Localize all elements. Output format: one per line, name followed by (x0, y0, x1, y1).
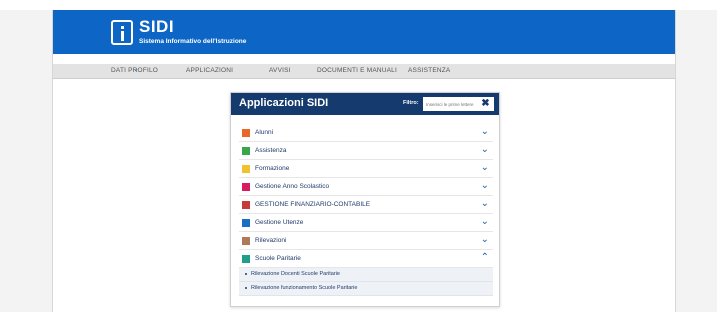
nav-applicazioni[interactable]: APPLICAZIONI (186, 67, 233, 74)
chevron-down-icon[interactable]: ⌄ (133, 65, 139, 73)
color-swatch (242, 201, 250, 209)
applications-panel: Applicazioni SIDI Filtro: ✖ Alunni ⌄ Ass… (230, 92, 500, 307)
app-label: GESTIONE FINANZIARIO-CONTABILE (255, 201, 371, 208)
color-swatch (242, 183, 250, 191)
brand-subtitle: Sistema Informativo dell'Istruzione (139, 38, 247, 45)
color-swatch (242, 129, 250, 137)
panel-title: Applicazioni SIDI (239, 97, 329, 109)
panel-header: Applicazioni SIDI Filtro: ✖ (231, 93, 499, 115)
app-label: Alunni (255, 129, 274, 136)
chevron-up-icon[interactable]: ⌃ (481, 252, 489, 263)
sub-app-rilevazione-docenti[interactable]: Rilevazione Docenti Scuole Paritarie (239, 268, 493, 282)
bullet-icon (245, 287, 247, 289)
color-swatch (242, 255, 250, 263)
chevron-down-icon[interactable]: ⌄ (481, 162, 489, 173)
info-icon[interactable] (111, 20, 133, 45)
app-label: Gestione Utenze (255, 219, 304, 226)
chevron-down-icon[interactable]: ⌄ (481, 234, 489, 245)
chevron-down-icon[interactable]: ⌄ (481, 126, 489, 137)
app-rilevazioni[interactable]: Rilevazioni ⌄ (239, 232, 493, 250)
app-gestione-anno-scolastico[interactable]: Gestione Anno Scolastico ⌄ (239, 178, 493, 196)
chevron-down-icon[interactable]: ⌄ (481, 198, 489, 209)
bullet-icon (245, 273, 247, 275)
app-assistenza[interactable]: Assistenza ⌄ (239, 142, 493, 160)
color-swatch (242, 147, 250, 155)
filter-label: Filtro: (403, 100, 419, 106)
app-label: Scuole Paritarie (255, 255, 301, 262)
color-swatch (242, 219, 250, 227)
color-swatch (242, 237, 250, 245)
app-formazione[interactable]: Formazione ⌄ (239, 160, 493, 178)
color-swatch (242, 165, 250, 173)
left-gutter (0, 10, 52, 312)
chevron-down-icon[interactable]: ⌄ (481, 144, 489, 155)
main-nav: DATI PROFILO ⌄ APPLICAZIONI AVVISI DOCUM… (53, 64, 675, 79)
nav-documenti-manuali[interactable]: DOCUMENTI E MANUALI (317, 67, 397, 74)
close-icon[interactable]: ✖ (477, 97, 494, 111)
chevron-down-icon[interactable]: ⌄ (481, 180, 489, 191)
app-gestione-finanziario-contabile[interactable]: GESTIONE FINANZIARIO-CONTABILE ⌄ (239, 196, 493, 214)
page-shell: SIDI Sistema Informativo dell'Istruzione… (52, 10, 676, 312)
app-label: Assistenza (255, 147, 287, 154)
app-label: Gestione Anno Scolastico (255, 183, 330, 190)
app-alunni[interactable]: Alunni ⌄ (239, 124, 493, 142)
sub-app-label: Rilevazione funzionamento Scuole Paritar… (251, 285, 358, 291)
app-scuole-paritarie[interactable]: Scuole Paritarie ⌃ (239, 250, 493, 268)
applications-list: Alunni ⌄ Assistenza ⌄ Formazione ⌄ Gesti… (239, 124, 493, 296)
chevron-down-icon[interactable]: ⌄ (481, 216, 489, 227)
sub-app-label: Rilevazione Docenti Scuole Paritarie (251, 271, 340, 277)
app-label: Rilevazioni (255, 237, 287, 244)
app-label: Formazione (255, 165, 290, 172)
brand-title[interactable]: SIDI (139, 17, 174, 37)
nav-assistenza[interactable]: ASSISTENZA (408, 67, 450, 74)
app-gestione-utenze[interactable]: Gestione Utenze ⌄ (239, 214, 493, 232)
nav-avvisi[interactable]: AVVISI (269, 67, 291, 74)
sub-app-rilevazione-funzionamento[interactable]: Rilevazione funzionamento Scuole Paritar… (239, 282, 493, 296)
right-gutter (676, 10, 717, 312)
filter-input[interactable] (423, 97, 477, 111)
site-header: SIDI Sistema Informativo dell'Istruzione (53, 10, 675, 54)
browser-top-strip (0, 0, 717, 10)
